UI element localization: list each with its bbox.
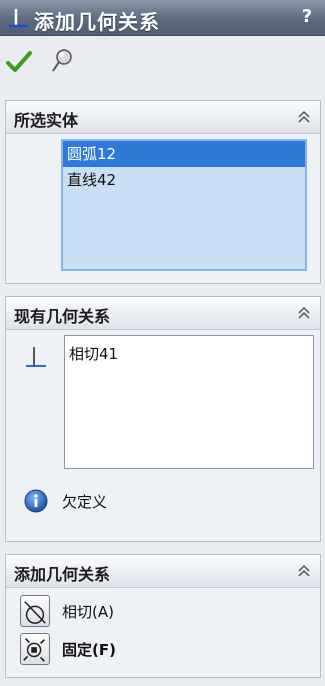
- list-item-line[interactable]: 直线42: [63, 167, 305, 193]
- tangent-relation-icon: [26, 347, 46, 367]
- collapse-chevron-icon[interactable]: [296, 563, 312, 579]
- tangent-button-label[interactable]: 相切(A): [62, 601, 114, 622]
- add-relations-title: 添加几何关系: [14, 565, 111, 584]
- definition-status: 欠定义: [24, 489, 304, 515]
- checkmark-icon[interactable]: [6, 50, 32, 74]
- collapse-chevron-icon[interactable]: [296, 109, 312, 125]
- fix-relation-icon: [23, 638, 45, 662]
- tangent-relation-icon: [24, 601, 46, 624]
- perpendicular-relation-icon: [9, 9, 28, 28]
- tangent-button[interactable]: [20, 595, 50, 627]
- pushpin-icon[interactable]: [50, 48, 74, 74]
- existing-relations-list[interactable]: 相切41: [64, 335, 314, 469]
- selected-entities-header[interactable]: 所选实体: [6, 101, 320, 134]
- collapse-chevron-icon[interactable]: [296, 305, 312, 321]
- list-item-relation[interactable]: 相切41: [65, 336, 313, 364]
- list-item-arc[interactable]: 圆弧12: [63, 141, 305, 167]
- existing-relations-header[interactable]: 现有几何关系: [6, 297, 320, 330]
- help-button[interactable]: ?: [297, 6, 317, 28]
- existing-relations-group: 现有几何关系 相切41 欠定义: [5, 296, 321, 542]
- selected-entities-group: 所选实体 圆弧12 直线42: [5, 100, 321, 284]
- fix-button[interactable]: [20, 633, 50, 665]
- title-bar: 添加几何关系 ?: [0, 0, 325, 36]
- window-title: 添加几何关系: [34, 10, 160, 34]
- selected-entities-list[interactable]: 圆弧12 直线42: [61, 139, 307, 271]
- status-text: 欠定义: [62, 493, 108, 511]
- action-row: [0, 36, 325, 92]
- selected-entities-title: 所选实体: [14, 111, 79, 130]
- fix-button-label[interactable]: 固定(F): [62, 639, 116, 660]
- info-icon: [24, 489, 48, 513]
- existing-relations-title: 现有几何关系: [14, 307, 111, 326]
- add-relations-group: 添加几何关系 相切(A) 固定(F): [5, 554, 321, 678]
- add-relations-header[interactable]: 添加几何关系: [6, 555, 320, 588]
